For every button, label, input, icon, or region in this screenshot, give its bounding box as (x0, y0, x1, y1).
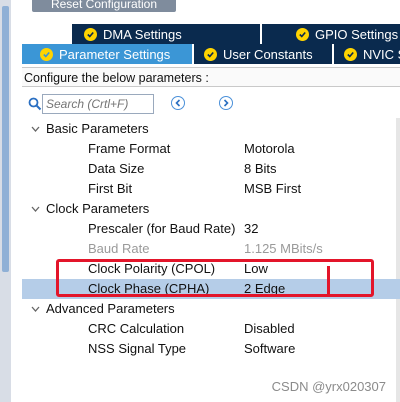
search-icon (28, 97, 42, 111)
param-value[interactable]: Motorola (244, 139, 295, 159)
param-name: NSS Signal Type (88, 341, 187, 356)
param-name: Frame Format (88, 141, 171, 156)
group-clock-parameters[interactable]: Clock Parameters (22, 199, 400, 219)
param-row-data-size[interactable]: Data Size 8 Bits (22, 159, 400, 179)
tab-label: Parameter Settings (59, 46, 171, 62)
chevron-right-icon (223, 99, 229, 107)
check-icon (344, 47, 357, 61)
search-input[interactable] (42, 94, 154, 114)
param-row-nss-signal-type[interactable]: NSS Signal Type Software (22, 339, 400, 359)
caret-down-icon[interactable] (31, 305, 40, 313)
tab-label: User Constants (223, 46, 313, 62)
param-value[interactable]: MSB First (244, 179, 301, 199)
previous-button[interactable] (171, 96, 185, 110)
tab-label: NVIC Se (363, 46, 400, 62)
param-name: CRC Calculation (88, 321, 185, 336)
tab-nvic-settings[interactable]: NVIC Se (334, 44, 400, 64)
chevron-left-icon (175, 99, 181, 107)
param-name: First Bit (88, 181, 133, 196)
param-name: Clock Polarity (CPOL) (88, 261, 216, 276)
param-row-first-bit[interactable]: First Bit MSB First (22, 179, 400, 199)
param-row-clock-polarity[interactable]: Clock Polarity (CPOL) Low (22, 259, 400, 279)
param-row-frame-format[interactable]: Frame Format Motorola (22, 139, 400, 159)
tab-user-constants[interactable]: User Constants (194, 44, 332, 64)
tab-label: DMA Settings (103, 26, 182, 42)
param-name: Clock Phase (CPHA) (88, 281, 210, 296)
check-icon (84, 27, 97, 41)
group-label: Basic Parameters (46, 121, 149, 136)
group-basic-parameters[interactable]: Basic Parameters (22, 119, 400, 139)
next-button[interactable] (219, 96, 233, 110)
param-value[interactable]: Low (244, 259, 268, 279)
tab-label: GPIO Settings (315, 26, 399, 42)
param-name: Prescaler (for Baud Rate) (88, 221, 236, 236)
reset-configuration-button[interactable]: Reset Configuration (32, 0, 176, 12)
tab-parameter-settings[interactable]: Parameter Settings (22, 44, 192, 64)
param-value[interactable]: 2 Edge (244, 279, 285, 299)
param-value[interactable]: 32 (244, 219, 258, 239)
caret-down-icon[interactable] (31, 205, 40, 213)
configure-label: Configure the below parameters : (22, 67, 400, 87)
param-value[interactable]: 8 Bits (244, 159, 277, 179)
param-value[interactable]: Software (244, 339, 295, 359)
param-row-prescaler[interactable]: Prescaler (for Baud Rate) 32 (22, 219, 400, 239)
watermark: CSDN @yrx020307 (271, 379, 386, 394)
check-icon (40, 47, 53, 61)
caret-down-icon[interactable] (31, 125, 40, 133)
param-row-clock-phase[interactable]: Clock Phase (CPHA) 2 Edge (22, 279, 400, 299)
tab-gpio-settings[interactable]: GPIO Settings (262, 24, 400, 44)
param-row-baud-rate: Baud Rate 1.125 MBits/s (22, 239, 400, 259)
group-advanced-parameters[interactable]: Advanced Parameters (22, 299, 400, 319)
tab-dma-settings[interactable]: DMA Settings (72, 24, 260, 44)
left-scrollbar[interactable] (0, 0, 11, 402)
check-icon (296, 27, 309, 41)
check-icon (204, 47, 217, 61)
param-name: Baud Rate (88, 241, 150, 256)
param-value[interactable]: Disabled (244, 319, 295, 339)
group-label: Advanced Parameters (46, 301, 175, 316)
param-value: 1.125 MBits/s (244, 241, 323, 256)
scrollbar-thumb[interactable] (2, 6, 9, 272)
param-name: Data Size (88, 161, 145, 176)
group-label: Clock Parameters (46, 201, 150, 216)
param-row-crc-calculation[interactable]: CRC Calculation Disabled (22, 319, 400, 339)
